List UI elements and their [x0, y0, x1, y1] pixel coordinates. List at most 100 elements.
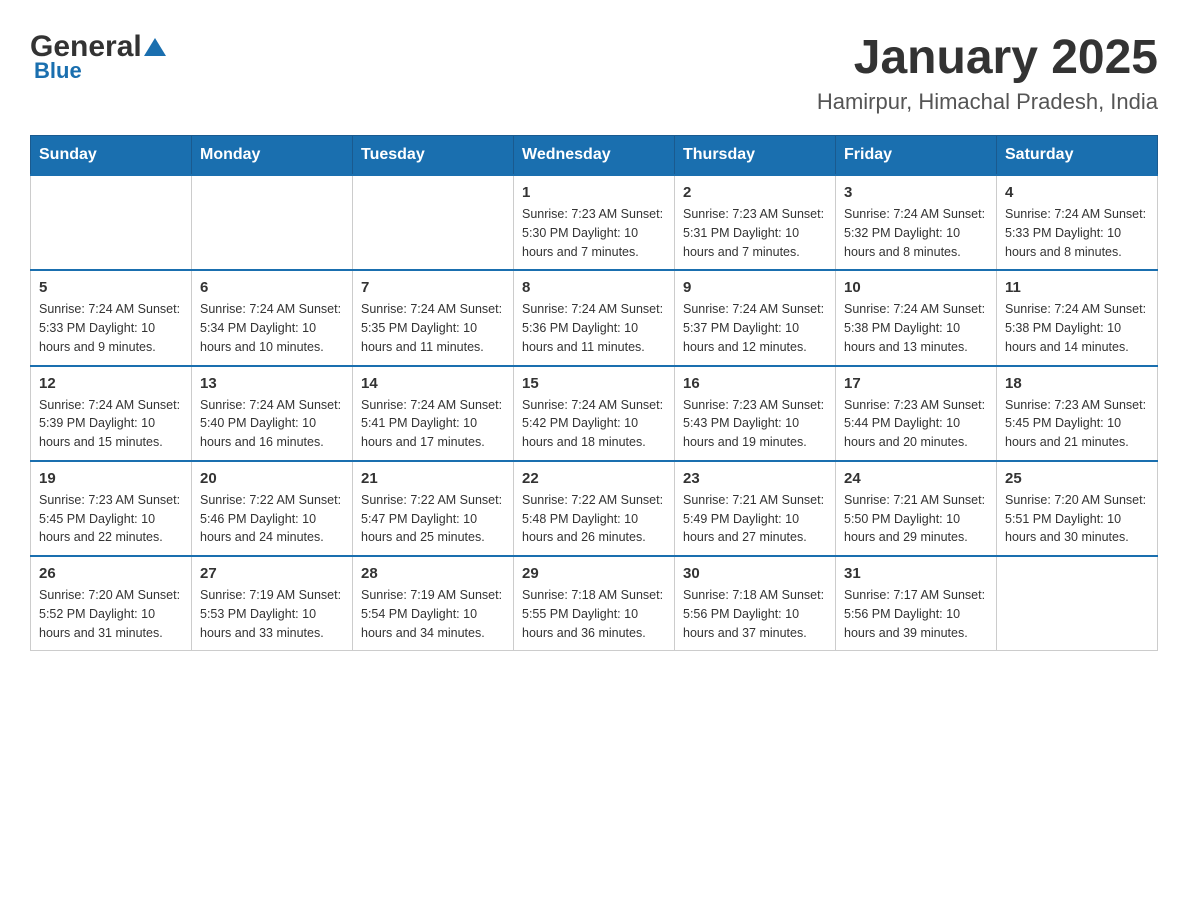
day-number: 26	[39, 565, 183, 582]
day-info: Sunrise: 7:24 AM Sunset: 5:41 PM Dayligh…	[361, 396, 505, 452]
calendar-day: 29 Sunrise: 7:18 AM Sunset: 5:55 PM Dayli…	[514, 556, 675, 651]
day-number: 23	[683, 470, 827, 487]
calendar-day: 10 Sunrise: 7:24 AM Sunset: 5:38 PM Dayli…	[836, 270, 997, 365]
day-number: 22	[522, 470, 666, 487]
day-number: 19	[39, 470, 183, 487]
calendar-day: 23 Sunrise: 7:21 AM Sunset: 5:49 PM Dayli…	[675, 461, 836, 556]
day-info: Sunrise: 7:23 AM Sunset: 5:44 PM Dayligh…	[844, 396, 988, 452]
calendar-day: 6Sunrise: 7:24 AM Sunset: 5:34 PM Daylig…	[192, 270, 353, 365]
title-block: January 2025 Hamirpur, Himachal Pradesh,…	[817, 30, 1158, 115]
calendar-day: 11 Sunrise: 7:24 AM Sunset: 5:38 PM Dayli…	[997, 270, 1158, 365]
day-number: 16	[683, 375, 827, 392]
calendar-day: 31Sunrise: 7:17 AM Sunset: 5:56 PM Dayli…	[836, 556, 997, 651]
week-row-5: 26Sunrise: 7:20 AM Sunset: 5:52 PM Dayli…	[31, 556, 1158, 651]
calendar-day: 9Sunrise: 7:24 AM Sunset: 5:37 PM Daylig…	[675, 270, 836, 365]
calendar-day: 16 Sunrise: 7:23 AM Sunset: 5:43 PM Dayli…	[675, 366, 836, 461]
day-info: Sunrise: 7:24 AM Sunset: 5:35 PM Dayligh…	[361, 300, 505, 356]
calendar-day: 28Sunrise: 7:19 AM Sunset: 5:54 PM Dayli…	[353, 556, 514, 651]
calendar-day: 30 Sunrise: 7:18 AM Sunset: 5:56 PM Dayli…	[675, 556, 836, 651]
day-number: 8	[522, 279, 666, 296]
week-row-2: 5 Sunrise: 7:24 AM Sunset: 5:33 PM Daylig…	[31, 270, 1158, 365]
calendar-day: 25 Sunrise: 7:20 AM Sunset: 5:51 PM Dayli…	[997, 461, 1158, 556]
calendar-day	[353, 175, 514, 270]
calendar-day: 13 Sunrise: 7:24 AM Sunset: 5:40 PM Dayli…	[192, 366, 353, 461]
day-info: Sunrise: 7:23 AM Sunset: 5:43 PM Dayligh…	[683, 396, 827, 452]
day-info: Sunrise: 7:24 AM Sunset: 5:32 PM Dayligh…	[844, 205, 988, 261]
week-row-3: 12 Sunrise: 7:24 AM Sunset: 5:39 PM Dayli…	[31, 366, 1158, 461]
day-number: 4	[1005, 184, 1149, 201]
weekday-header-sunday: Sunday	[31, 136, 192, 176]
day-info: Sunrise: 7:24 AM Sunset: 5:38 PM Dayligh…	[844, 300, 988, 356]
day-number: 13	[200, 375, 344, 392]
calendar-day: 24Sunrise: 7:21 AM Sunset: 5:50 PM Dayli…	[836, 461, 997, 556]
day-info: Sunrise: 7:17 AM Sunset: 5:56 PM Dayligh…	[844, 586, 988, 642]
calendar-day: 19 Sunrise: 7:23 AM Sunset: 5:45 PM Dayli…	[31, 461, 192, 556]
day-info: Sunrise: 7:19 AM Sunset: 5:53 PM Dayligh…	[200, 586, 344, 642]
calendar-day: 14 Sunrise: 7:24 AM Sunset: 5:41 PM Dayli…	[353, 366, 514, 461]
calendar-day: 22 Sunrise: 7:22 AM Sunset: 5:48 PM Dayli…	[514, 461, 675, 556]
month-title: January 2025	[817, 30, 1158, 85]
day-number: 9	[683, 279, 827, 296]
day-number: 18	[1005, 375, 1149, 392]
week-row-4: 19 Sunrise: 7:23 AM Sunset: 5:45 PM Dayli…	[31, 461, 1158, 556]
day-info: Sunrise: 7:24 AM Sunset: 5:38 PM Dayligh…	[1005, 300, 1149, 356]
day-number: 14	[361, 375, 505, 392]
day-number: 20	[200, 470, 344, 487]
day-number: 15	[522, 375, 666, 392]
calendar-day: 21Sunrise: 7:22 AM Sunset: 5:47 PM Dayli…	[353, 461, 514, 556]
calendar-day: 4 Sunrise: 7:24 AM Sunset: 5:33 PM Daylig…	[997, 175, 1158, 270]
weekday-header-row: SundayMondayTuesdayWednesdayThursdayFrid…	[31, 136, 1158, 176]
day-info: Sunrise: 7:23 AM Sunset: 5:45 PM Dayligh…	[1005, 396, 1149, 452]
logo-blue-text: Blue	[34, 58, 82, 84]
weekday-header-friday: Friday	[836, 136, 997, 176]
calendar-day: 3 Sunrise: 7:24 AM Sunset: 5:32 PM Daylig…	[836, 175, 997, 270]
day-info: Sunrise: 7:24 AM Sunset: 5:33 PM Dayligh…	[39, 300, 183, 356]
day-info: Sunrise: 7:24 AM Sunset: 5:39 PM Dayligh…	[39, 396, 183, 452]
day-info: Sunrise: 7:22 AM Sunset: 5:48 PM Dayligh…	[522, 491, 666, 547]
day-number: 25	[1005, 470, 1149, 487]
day-number: 2	[683, 184, 827, 201]
day-number: 12	[39, 375, 183, 392]
day-info: Sunrise: 7:19 AM Sunset: 5:54 PM Dayligh…	[361, 586, 505, 642]
day-info: Sunrise: 7:18 AM Sunset: 5:56 PM Dayligh…	[683, 586, 827, 642]
weekday-header-saturday: Saturday	[997, 136, 1158, 176]
logo: General Blue	[30, 30, 166, 84]
calendar-day	[31, 175, 192, 270]
day-number: 11	[1005, 279, 1149, 296]
day-info: Sunrise: 7:20 AM Sunset: 5:51 PM Dayligh…	[1005, 491, 1149, 547]
location-title: Hamirpur, Himachal Pradesh, India	[817, 89, 1158, 115]
weekday-header-tuesday: Tuesday	[353, 136, 514, 176]
calendar-table: SundayMondayTuesdayWednesdayThursdayFrid…	[30, 135, 1158, 651]
day-number: 27	[200, 565, 344, 582]
weekday-header-wednesday: Wednesday	[514, 136, 675, 176]
day-number: 1	[522, 184, 666, 201]
day-number: 3	[844, 184, 988, 201]
calendar-day: 15 Sunrise: 7:24 AM Sunset: 5:42 PM Dayli…	[514, 366, 675, 461]
day-info: Sunrise: 7:23 AM Sunset: 5:45 PM Dayligh…	[39, 491, 183, 547]
day-number: 29	[522, 565, 666, 582]
day-info: Sunrise: 7:21 AM Sunset: 5:49 PM Dayligh…	[683, 491, 827, 547]
page-header: General Blue January 2025 Hamirpur, Hima…	[30, 30, 1158, 115]
calendar-day: 17 Sunrise: 7:23 AM Sunset: 5:44 PM Dayli…	[836, 366, 997, 461]
calendar-day: 2 Sunrise: 7:23 AM Sunset: 5:31 PM Daylig…	[675, 175, 836, 270]
calendar-day: 8 Sunrise: 7:24 AM Sunset: 5:36 PM Daylig…	[514, 270, 675, 365]
day-info: Sunrise: 7:22 AM Sunset: 5:47 PM Dayligh…	[361, 491, 505, 547]
day-info: Sunrise: 7:22 AM Sunset: 5:46 PM Dayligh…	[200, 491, 344, 547]
day-info: Sunrise: 7:23 AM Sunset: 5:31 PM Dayligh…	[683, 205, 827, 261]
day-info: Sunrise: 7:18 AM Sunset: 5:55 PM Dayligh…	[522, 586, 666, 642]
calendar-day: 27 Sunrise: 7:19 AM Sunset: 5:53 PM Dayli…	[192, 556, 353, 651]
day-number: 5	[39, 279, 183, 296]
day-number: 6	[200, 279, 344, 296]
day-info: Sunrise: 7:23 AM Sunset: 5:30 PM Dayligh…	[522, 205, 666, 261]
day-info: Sunrise: 7:24 AM Sunset: 5:40 PM Dayligh…	[200, 396, 344, 452]
calendar-day: 5 Sunrise: 7:24 AM Sunset: 5:33 PM Daylig…	[31, 270, 192, 365]
day-info: Sunrise: 7:24 AM Sunset: 5:36 PM Dayligh…	[522, 300, 666, 356]
day-info: Sunrise: 7:24 AM Sunset: 5:33 PM Dayligh…	[1005, 205, 1149, 261]
day-number: 30	[683, 565, 827, 582]
day-number: 10	[844, 279, 988, 296]
day-info: Sunrise: 7:24 AM Sunset: 5:42 PM Dayligh…	[522, 396, 666, 452]
weekday-header-monday: Monday	[192, 136, 353, 176]
day-number: 17	[844, 375, 988, 392]
day-info: Sunrise: 7:21 AM Sunset: 5:50 PM Dayligh…	[844, 491, 988, 547]
calendar-day: 18 Sunrise: 7:23 AM Sunset: 5:45 PM Dayli…	[997, 366, 1158, 461]
